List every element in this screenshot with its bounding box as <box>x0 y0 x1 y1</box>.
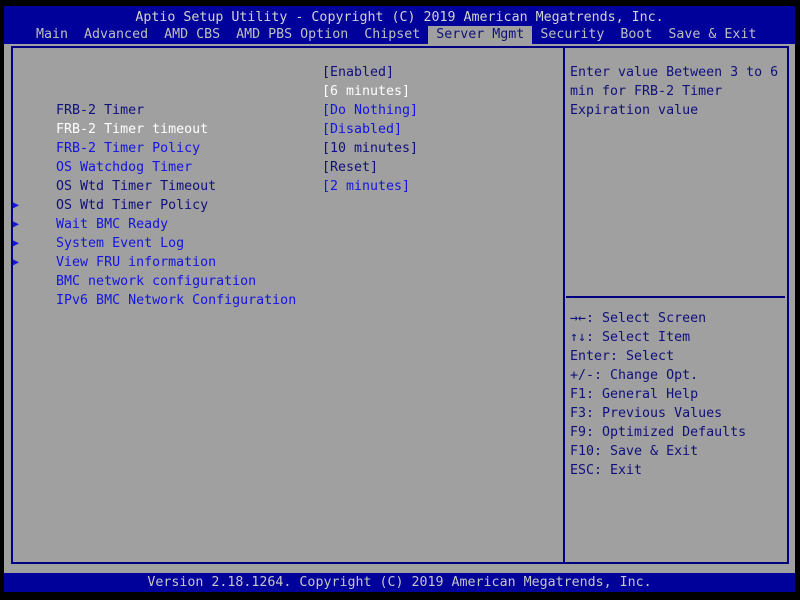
menu-tab-amd-cbs[interactable]: AMD CBS <box>156 26 228 44</box>
menu-tab-server-mgmt[interactable]: Server Mgmt <box>428 26 533 44</box>
hotkey-row: +/-: Change Opt. <box>570 368 699 383</box>
hotkey-row: F10: Save & Exit <box>570 444 699 459</box>
submenu-arrow-icon: ▶ <box>13 200 20 211</box>
setting-value: [Do Nothing] <box>322 103 419 118</box>
settings-pane: FRB-2 Timer [Enabled] FRB-2 Timer timeou… <box>13 63 544 308</box>
pane-divider <box>563 46 565 564</box>
help-pane: Enter value Between 3 to 6 min for FRB-2 … <box>570 63 784 120</box>
hotkey-row: F3: Previous Values <box>570 406 723 421</box>
help-text-line: min for FRB-2 Timer <box>570 84 723 99</box>
bios-setting-row[interactable]: ▶ IPv6 BMC Network Configuration <box>13 253 544 308</box>
footer-bar: Version 2.18.1264. Copyright (C) 2019 Am… <box>4 573 795 592</box>
help-text-line: Enter value Between 3 to 6 <box>570 65 779 80</box>
setting-label: BMC network configuration <box>56 274 257 289</box>
bios-setting-row[interactable]: FRB-2 Timer Policy [Do Nothing] <box>24 101 544 156</box>
menu-tab-advanced[interactable]: Advanced <box>76 26 156 44</box>
setting-value: [2 minutes] <box>322 179 411 194</box>
setting-value: [10 minutes] <box>322 141 419 156</box>
hotkey-row: →←: Select Screen <box>570 311 707 326</box>
hotkey-row: ESC: Exit <box>570 463 643 478</box>
setting-value: [Disabled] <box>322 122 403 137</box>
setting-value: [6 minutes] <box>322 84 411 99</box>
menu-tab-security[interactable]: Security <box>532 26 612 44</box>
menu-tab-main[interactable]: Main <box>28 26 76 44</box>
help-pane-divider <box>566 296 785 298</box>
box-border-right <box>787 46 789 564</box>
bios-setting-row[interactable]: OS Wtd Timer Policy [Reset] <box>24 158 544 213</box>
app-title: Aptio Setup Utility - Copyright (C) 2019… <box>135 10 664 25</box>
bios-setting-row[interactable]: ▶ View FRU information <box>13 215 544 270</box>
hotkey-row: F1: General Help <box>570 387 699 402</box>
bios-setup-screen: Aptio Setup Utility - Copyright (C) 2019… <box>0 0 800 600</box>
box-border-bottom <box>11 562 789 564</box>
bios-setting-row[interactable]: OS Wtd Timer Timeout [10 minutes] <box>24 139 544 194</box>
setting-value: [Reset] <box>322 160 379 175</box>
title-bar: Aptio Setup Utility - Copyright (C) 2019… <box>4 6 795 44</box>
menu-tab-boot[interactable]: Boot <box>612 26 660 44</box>
hotkey-row: ↑↓: Select Item <box>570 330 691 345</box>
submenu-arrow-icon: ▶ <box>13 238 20 249</box>
menu-tab-save-exit[interactable]: Save & Exit <box>660 26 764 44</box>
submenu-arrow-icon: ▶ <box>13 219 20 230</box>
box-border-left <box>11 46 13 564</box>
version-text: Version 2.18.1264. Copyright (C) 2019 Am… <box>147 575 652 590</box>
bios-setting-row[interactable]: OS Watchdog Timer [Disabled] <box>24 120 544 175</box>
setting-label: IPv6 BMC Network Configuration <box>56 293 297 308</box>
help-text-line: Expiration value <box>570 103 699 118</box>
hotkey-legend: →←: Select Screen ↑↓: Select Item Enter: S… <box>570 309 784 480</box>
bios-setting-row[interactable]: FRB-2 Timer [Enabled] <box>24 63 544 118</box>
bios-setting-row[interactable]: ▶ System Event Log <box>13 196 544 251</box>
box-border-top <box>11 46 789 48</box>
menu-tab-amd-pbs-option[interactable]: AMD PBS Option <box>228 26 356 44</box>
menu-bar: Main Advanced AMD CBS AMD PBS Option Chipset… <box>28 26 764 44</box>
setting-value: [Enabled] <box>322 65 395 80</box>
hotkey-row: F9: Optimized Defaults <box>570 425 747 440</box>
menu-tab-chipset[interactable]: Chipset <box>356 26 428 44</box>
bios-setting-row[interactable]: ▶ BMC network configuration <box>13 234 544 289</box>
hotkey-row: Enter: Select <box>570 349 675 364</box>
submenu-arrow-icon: ▶ <box>13 257 20 268</box>
bios-setting-row[interactable]: FRB-2 Timer timeout [6 minutes] <box>24 82 544 137</box>
bios-setting-row[interactable]: Wait BMC Ready [2 minutes] <box>24 177 544 232</box>
